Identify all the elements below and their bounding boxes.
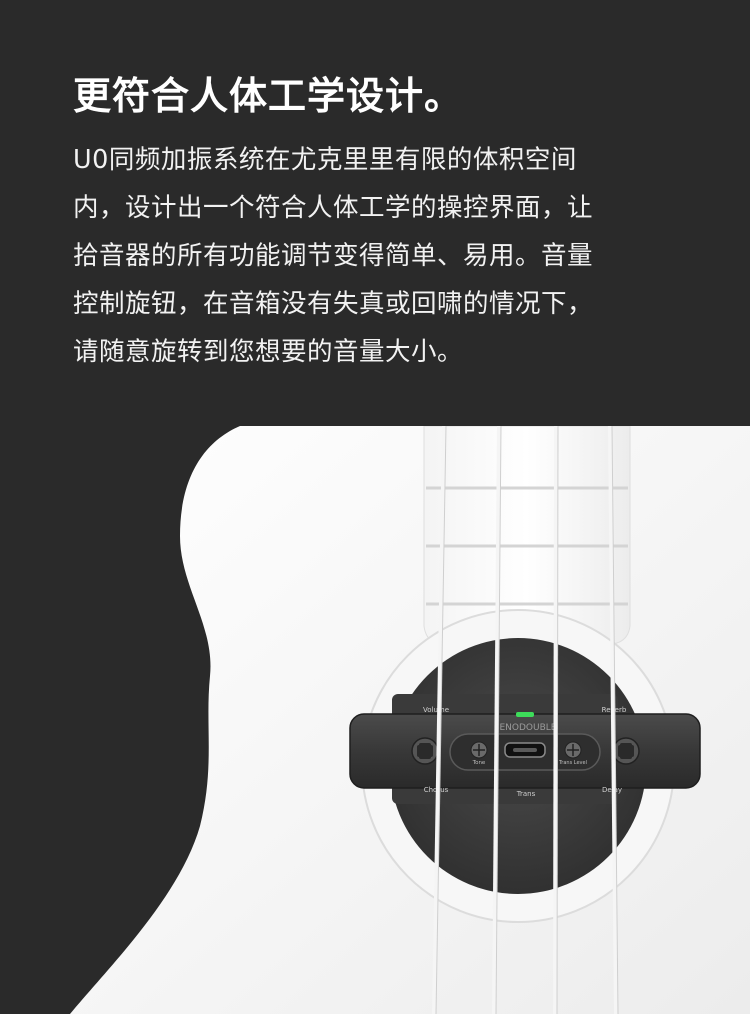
left-screw-icon: [411, 737, 439, 765]
feature-description: U0同频加振系统在尤克里里有限的体积空间 内，设计出一个符合人体工学的操控界面，…: [73, 136, 693, 376]
feature-headline: 更符合人体工学设计。: [73, 74, 464, 118]
volume-label: Volume: [423, 706, 449, 714]
product-feature-page: 更符合人体工学设计。 U0同频加振系统在尤克里里有限的体积空间 内，设计出一个符…: [0, 0, 750, 1014]
description-line: 请随意旋转到您想要的音量大小。: [73, 337, 464, 367]
description-line: 控制旋钮，在音箱没有失真或回啸的情况下，: [73, 289, 594, 319]
ukulele-pickup-illustration: ENODOUBLE Volume Reverb Tone Trans Level…: [70, 426, 750, 1014]
description-line: U0同频加振系统在尤克里里有限的体积空间: [73, 145, 577, 175]
tone-label: Tone: [472, 760, 486, 766]
trans-label: Trans: [516, 790, 536, 798]
brand-label: ENODOUBLE: [500, 723, 557, 733]
description-line: 拾音器的所有功能调节变得简单、易用。音量: [73, 241, 594, 271]
feature-text-block: 更符合人体工学设计。 U0同频加振系统在尤克里里有限的体积空间 内，设计出一个符…: [73, 70, 693, 376]
status-led-indicator: [516, 712, 534, 717]
trans-level-label: Trans Level: [558, 760, 587, 766]
trans-level-knob[interactable]: [564, 741, 582, 759]
tone-knob[interactable]: [470, 741, 488, 759]
right-screw-icon: [612, 737, 640, 765]
description-line: 内，设计出一个符合人体工学的操控界面，让: [73, 193, 594, 223]
